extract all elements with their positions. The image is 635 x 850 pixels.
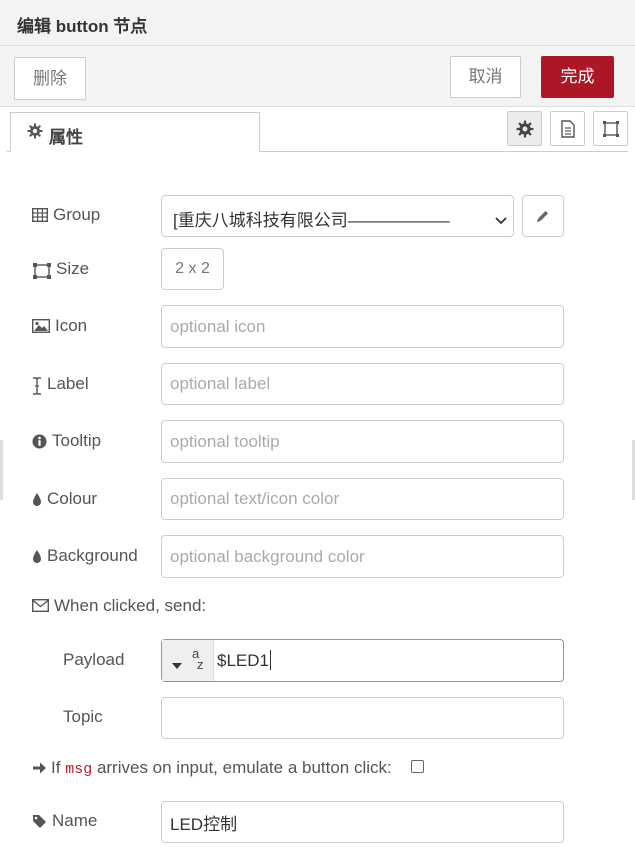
cancel-button[interactable]: 取消 xyxy=(450,56,521,98)
payload-input[interactable]: a z $LED1 xyxy=(161,639,564,682)
tab-properties[interactable]: 属性 xyxy=(10,112,260,152)
icon-label-text: Icon xyxy=(55,316,88,335)
dialog-header: 编辑 button 节点 xyxy=(0,0,635,46)
size-label-text: Size xyxy=(56,259,90,278)
icon-input[interactable] xyxy=(161,305,564,348)
payload-value: $LED1 xyxy=(217,651,269,670)
tab-description[interactable] xyxy=(550,111,585,146)
tab-bar: 属性 xyxy=(7,107,628,152)
group-select[interactable]: [重庆八城科技有限公司—————— xyxy=(161,195,514,237)
tooltip-input[interactable] xyxy=(161,420,564,463)
emulate-suffix: arrives on input, emulate a button click… xyxy=(96,758,392,777)
label-input[interactable] xyxy=(161,363,564,405)
size-button[interactable]: 2 x 2 xyxy=(161,248,224,290)
dialog-toolbar: 删除 取消 完成 xyxy=(0,46,635,107)
background-label-text: Background xyxy=(47,546,138,565)
dialog-title: 编辑 button 节点 xyxy=(17,17,148,36)
text-caret xyxy=(270,650,271,670)
colour-label-text: Colour xyxy=(47,489,98,508)
background-input[interactable] xyxy=(161,535,564,578)
when-clicked-label-text: When clicked, send: xyxy=(54,596,207,615)
delete-button[interactable]: 删除 xyxy=(14,57,86,100)
name-input[interactable] xyxy=(161,801,564,843)
edit-group-button[interactable] xyxy=(522,195,564,237)
emulate-code: msg xyxy=(65,761,93,778)
resize-handle-left[interactable] xyxy=(0,440,3,500)
emulate-prefix: If xyxy=(51,758,61,777)
done-button[interactable]: 完成 xyxy=(541,56,614,98)
topic-label-text: Topic xyxy=(63,707,103,726)
string-type-icon: a z xyxy=(192,646,204,672)
caret-down-icon xyxy=(172,656,182,674)
tab-appearance[interactable] xyxy=(593,111,628,146)
chevron-down-icon xyxy=(495,212,507,230)
tab-settings[interactable] xyxy=(507,111,542,146)
emulate-checkbox[interactable] xyxy=(411,760,424,773)
payload-label-text: Payload xyxy=(63,650,125,669)
payload-type-select[interactable]: a z xyxy=(162,640,214,681)
gear-icon xyxy=(27,123,43,144)
tab-properties-label: 属性 xyxy=(49,128,83,147)
colour-input[interactable] xyxy=(161,478,564,520)
label-label-text: Label xyxy=(47,374,89,393)
group-select-value: [重庆八城科技有限公司—————— xyxy=(173,211,450,230)
topic-input[interactable] xyxy=(161,697,564,739)
group-label-text: Group xyxy=(53,205,101,224)
name-label-text: Name xyxy=(52,811,98,830)
tooltip-label-text: Tooltip xyxy=(52,431,102,450)
